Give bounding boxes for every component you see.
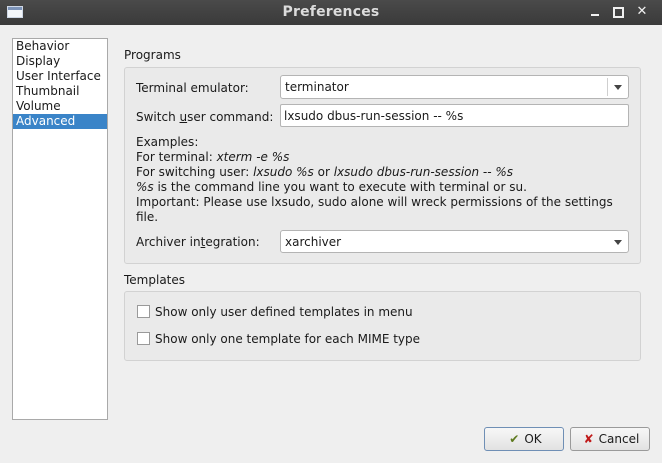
- example-placeholder: %s is the command line you want to execu…: [136, 180, 626, 195]
- minimize-button[interactable]: [586, 3, 604, 21]
- example-switch-command-2: lxsudo dbus-run-session -- %s: [333, 165, 514, 179]
- sidebar-item-volume[interactable]: Volume: [13, 99, 107, 114]
- maximize-button[interactable]: [609, 3, 627, 21]
- important-note: Important: Please use lxsudo, sudo alone…: [136, 195, 613, 224]
- placeholder-token: %s: [136, 180, 154, 194]
- example-terminal-prefix: For terminal:: [136, 150, 217, 164]
- example-switch-prefix: For switching user:: [136, 165, 254, 179]
- ok-check-icon: ✔: [509, 432, 520, 446]
- minimize-icon: [591, 14, 599, 16]
- user-defined-templates-checkbox[interactable]: [137, 305, 150, 318]
- sidebar-item-advanced[interactable]: Advanced: [13, 114, 107, 129]
- chevron-down-icon[interactable]: [614, 240, 622, 245]
- combo-separator: [607, 78, 608, 96]
- title-bar[interactable]: Preferences ✕: [0, 0, 662, 25]
- chevron-down-icon[interactable]: [614, 85, 622, 90]
- switch-label-mnemonic: u: [179, 110, 188, 124]
- archiver-integration-value: xarchiver: [285, 235, 342, 249]
- user-defined-templates-label[interactable]: Show only user defined templates in menu: [155, 305, 413, 319]
- switch-user-command-input[interactable]: [281, 105, 628, 126]
- cancel-x-icon: ✘: [583, 432, 594, 446]
- terminal-emulator-label: Terminal emulator:: [136, 81, 249, 95]
- templates-heading: Templates: [124, 273, 186, 287]
- sidebar-item-behavior[interactable]: Behavior: [13, 39, 107, 54]
- preferences-category-list[interactable]: Behavior Display User Interface Thumbnai…: [12, 38, 108, 420]
- switch-user-command-label: Switch user command:: [136, 110, 273, 124]
- ok-button-label: OK: [524, 432, 542, 446]
- example-switch-user: For switching user: lxsudo %s or lxsudo …: [136, 165, 626, 180]
- archiver-integration-label: Archiver integration:: [136, 235, 260, 249]
- example-terminal: For terminal: xterm -e %s: [136, 150, 626, 165]
- examples-text: Examples: For terminal: xterm -e %s For …: [136, 135, 626, 225]
- example-terminal-command: xterm -e %s: [216, 150, 290, 164]
- close-icon: ✕: [636, 4, 648, 19]
- sidebar-item-display[interactable]: Display: [13, 54, 107, 69]
- example-switch-or: or: [313, 165, 334, 179]
- archiver-integration-combo[interactable]: xarchiver: [280, 230, 629, 253]
- archiver-label-part: Archiver in: [136, 235, 201, 249]
- ok-button[interactable]: ✔ OK: [484, 427, 564, 451]
- example-switch-command-1: lxsudo %s: [253, 165, 314, 179]
- programs-heading: Programs: [124, 48, 181, 62]
- switch-label-part: Switch: [136, 110, 180, 124]
- one-template-per-mime-checkbox[interactable]: [137, 332, 150, 345]
- cancel-button[interactable]: ✘ Cancel: [570, 427, 650, 451]
- switch-user-command-field[interactable]: [280, 104, 629, 127]
- maximize-icon: [612, 7, 624, 18]
- one-template-per-mime-label[interactable]: Show only one template for each MIME typ…: [155, 332, 420, 346]
- archiver-label-part: egration:: [205, 235, 260, 249]
- templates-frame: [124, 291, 641, 361]
- terminal-emulator-value: terminator: [285, 80, 349, 94]
- switch-label-part: ser command:: [187, 110, 274, 124]
- sidebar-item-user-interface[interactable]: User Interface: [13, 69, 107, 84]
- terminal-emulator-combo[interactable]: terminator: [280, 75, 629, 99]
- window-title: Preferences: [282, 4, 380, 20]
- close-button[interactable]: ✕: [633, 3, 651, 21]
- cancel-button-label: Cancel: [598, 432, 640, 446]
- sidebar-item-thumbnail[interactable]: Thumbnail: [13, 84, 107, 99]
- examples-title: Examples:: [136, 135, 199, 149]
- placeholder-description: is the command line you want to execute …: [153, 180, 527, 194]
